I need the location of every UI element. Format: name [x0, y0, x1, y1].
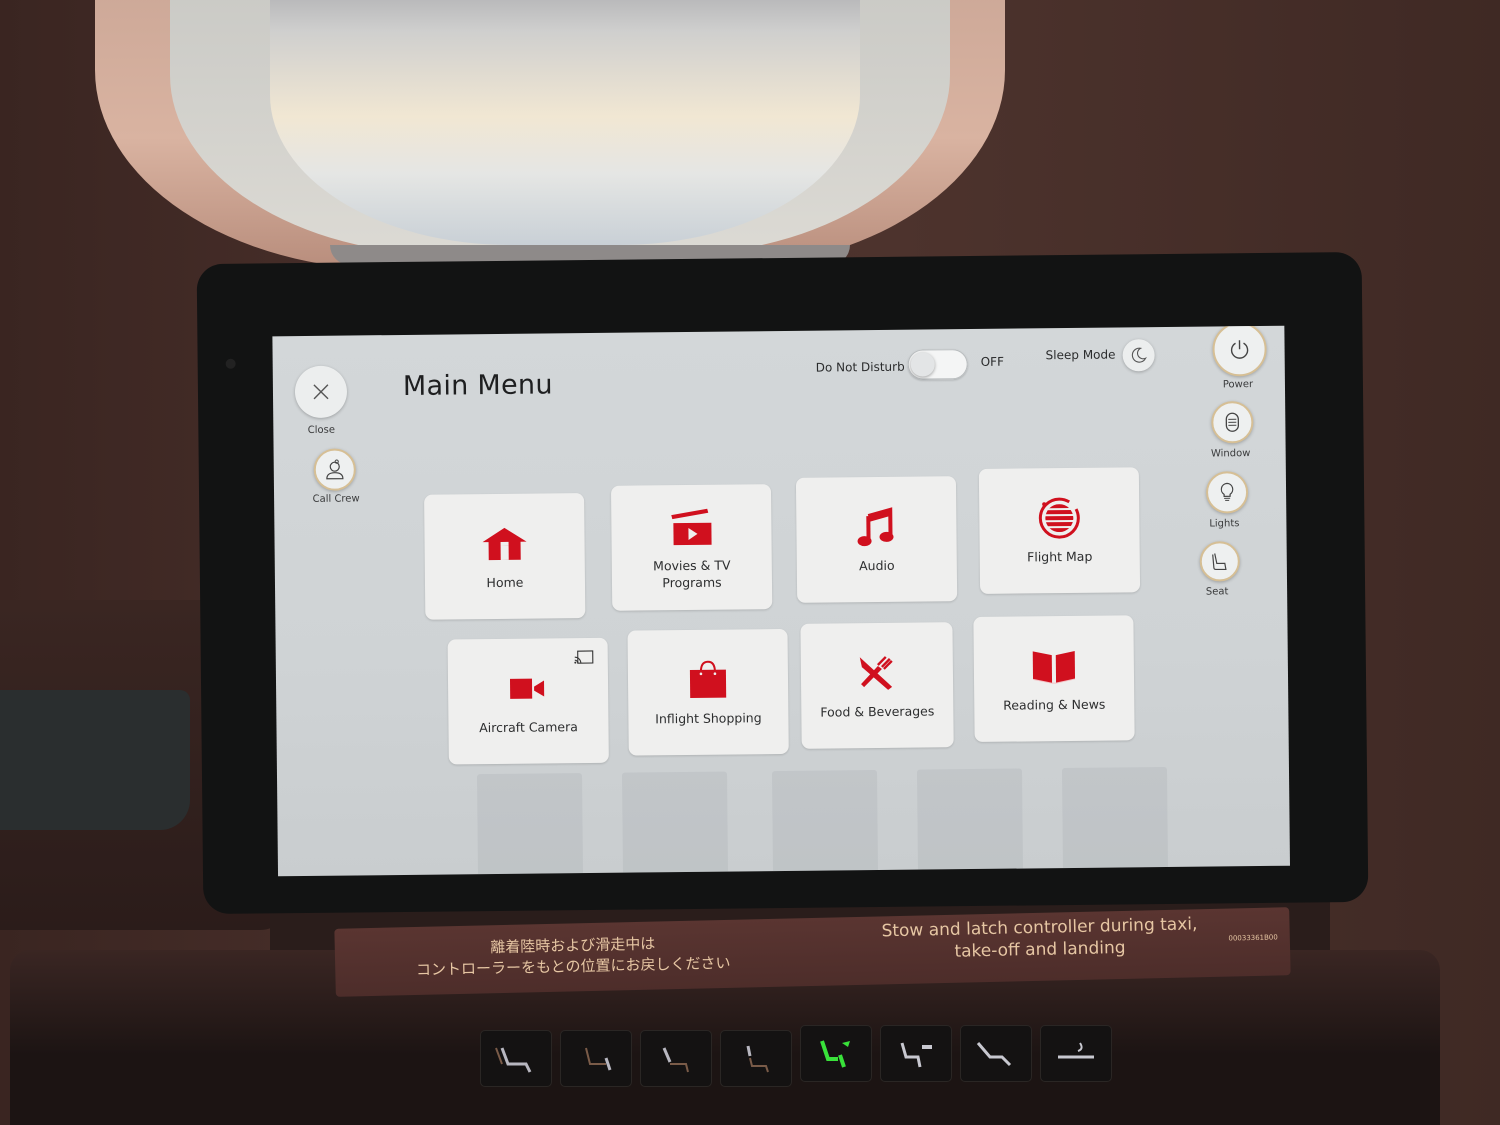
sleep-mode-button[interactable] — [1122, 339, 1155, 372]
background-poster — [771, 770, 879, 877]
sleep-mode-label: Sleep Mode — [1045, 347, 1116, 363]
background-poster — [916, 768, 1024, 877]
lightbulb-icon — [1220, 482, 1234, 501]
tile-aircraft-camera[interactable]: Aircraft Camera — [447, 637, 609, 765]
tile-home[interactable]: Home — [424, 493, 586, 620]
seat-control-takeoff-active[interactable] — [800, 1025, 872, 1082]
close-button[interactable] — [294, 365, 348, 419]
call-crew-button[interactable] — [313, 448, 357, 491]
tile-label: Aircraft Camera — [479, 719, 578, 736]
background-poster — [476, 773, 584, 877]
window-shade-icon — [1225, 412, 1240, 432]
shopping-bag-icon — [689, 660, 727, 698]
clapperboard-icon — [671, 508, 712, 545]
globe-icon — [1038, 497, 1080, 539]
monitor-camera — [225, 358, 236, 369]
video-camera-icon — [509, 678, 545, 699]
power-button[interactable] — [1212, 325, 1267, 377]
tile-label: Home — [486, 574, 524, 591]
tile-label: Inflight Shopping — [655, 710, 762, 727]
seat-control-dining[interactable] — [880, 1025, 952, 1082]
seat-upright-icon — [495, 1046, 532, 1073]
close-icon — [313, 384, 329, 400]
tile-reading-news[interactable]: Reading & News — [973, 615, 1135, 742]
moon-icon — [1131, 347, 1147, 363]
lights-label: Lights — [1209, 518, 1240, 530]
lights-button[interactable] — [1205, 471, 1249, 514]
toggle-knob — [910, 352, 935, 377]
window-label: Window — [1210, 448, 1251, 460]
window-button[interactable] — [1211, 401, 1254, 444]
seat-takeoff-icon — [820, 1039, 850, 1068]
tile-audio[interactable]: Audio — [795, 476, 958, 603]
knife-fork-icon — [859, 656, 893, 690]
seat-control-3[interactable] — [640, 1030, 712, 1087]
crew-attendant-icon — [326, 459, 344, 480]
power-label: Power — [1222, 379, 1254, 391]
seat-label: Seat — [1205, 586, 1229, 598]
placard-japanese: 離着陸時および滑走中は コントローラーをもとの位置にお戻しください — [363, 931, 784, 983]
tile-label: Food & Beverages — [820, 703, 935, 720]
page-title: Main Menu — [402, 369, 553, 402]
seat-recline-2-icon — [662, 1046, 689, 1072]
tile-label: Audio — [858, 557, 895, 574]
seat-dining-icon — [900, 1042, 932, 1067]
cast-icon — [574, 650, 594, 664]
tile-label: Reading & News — [1003, 696, 1106, 713]
do-not-disturb-toggle[interactable] — [907, 349, 968, 380]
music-note-icon — [857, 507, 894, 547]
tile-food-beverages[interactable]: Food & Beverages — [800, 622, 954, 749]
side-tray-mat — [0, 690, 190, 830]
seat-button[interactable] — [1199, 541, 1241, 582]
do-not-disturb-state: OFF — [980, 354, 1005, 369]
placard-english: Stow and latch controller during taxi, t… — [829, 912, 1250, 966]
seat-control-2[interactable] — [560, 1030, 632, 1087]
open-book-icon — [1032, 650, 1076, 684]
background-poster — [621, 771, 729, 877]
seat-bed-icon — [1058, 1041, 1094, 1058]
seat-recline-3-icon — [746, 1045, 769, 1072]
seat-icon — [1212, 553, 1227, 571]
background-poster — [1061, 766, 1169, 877]
aircraft-window-glass — [270, 0, 860, 245]
tile-flight-map[interactable]: Flight Map — [978, 467, 1141, 594]
placard-part-number: 00033361B00 — [1228, 933, 1278, 943]
seat-control-bed[interactable] — [1040, 1025, 1112, 1082]
seat-recline-1-icon — [585, 1047, 612, 1070]
close-label: Close — [307, 424, 336, 436]
house-icon — [482, 527, 527, 561]
call-crew-label: Call Crew — [312, 493, 360, 505]
tile-movies-tv[interactable]: Movies & TV Programs — [610, 484, 773, 611]
seat-control-4[interactable] — [720, 1030, 792, 1087]
tile-inflight-shopping[interactable]: Inflight Shopping — [627, 628, 789, 756]
tile-label: Movies & TV Programs — [653, 557, 731, 590]
seatback-monitor: Close Call Crew Main Menu Do Not Disturb… — [196, 251, 1369, 915]
tile-label: Flight Map — [1027, 548, 1093, 565]
ife-screen: Close Call Crew Main Menu Do Not Disturb… — [272, 325, 1290, 877]
seat-control-upright[interactable] — [480, 1030, 552, 1087]
do-not-disturb-label: Do Not Disturb — [815, 359, 905, 375]
seat-control-lounge[interactable] — [960, 1025, 1032, 1082]
seat-lounge-icon — [976, 1041, 1012, 1066]
power-icon — [1230, 340, 1249, 359]
